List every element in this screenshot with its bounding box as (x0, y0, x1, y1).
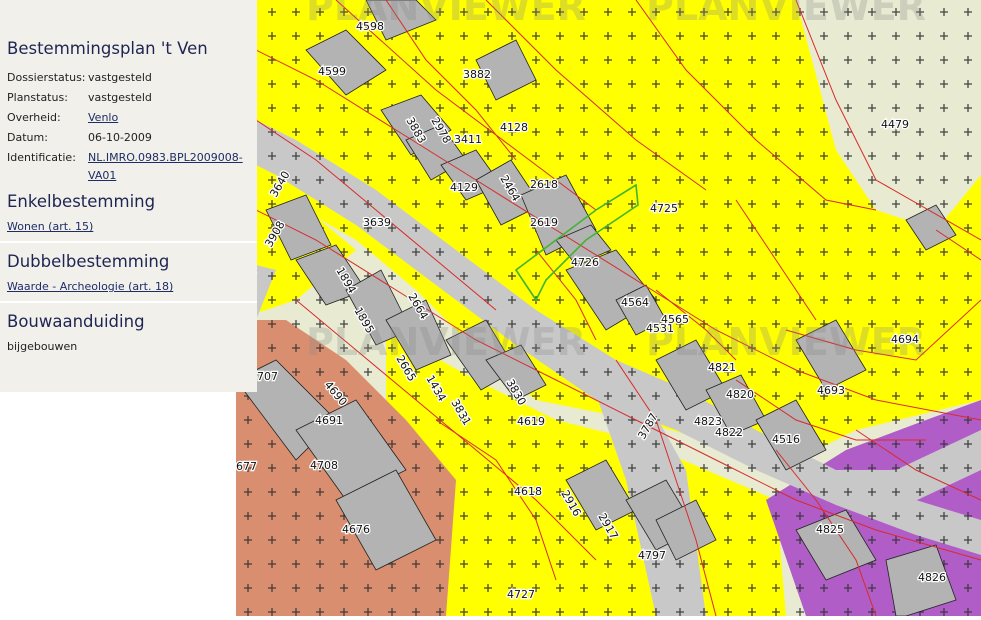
dubbelbestemming-heading: Dubbelbestemming (7, 252, 170, 271)
parcel-label: 4676 (342, 523, 370, 536)
wonen-link[interactable]: Wonen (art. 15) (7, 219, 257, 235)
bijgebouwen-text: bijgebouwen (7, 340, 78, 353)
parcel-label: 4708 (310, 459, 338, 472)
property-label: Dossierstatus: (7, 71, 86, 84)
property-value: 06-10-2009 (88, 131, 152, 144)
plan-info-panel: Bestemmingsplan 't Ven Dossierstatus: va… (0, 0, 257, 392)
parcel-label: 4726 (571, 256, 599, 269)
archeologie-link[interactable]: Waarde - Archeologie (art. 18) (7, 279, 257, 295)
parcel-label: 4516 (772, 433, 800, 446)
parcel-label: 4725 (650, 202, 678, 215)
parcel-label: 3882 (463, 68, 491, 81)
watermark-mid-left: PLANVIEWER (306, 320, 586, 364)
parcel-label: 4691 (315, 414, 343, 427)
property-label: Identificatie: (7, 151, 76, 164)
plan-details-section: Bestemmingsplan 't Ven Dossierstatus: va… (0, 0, 257, 185)
watermark-top-left: PLANVIEWER (306, 0, 586, 29)
property-value: vastgesteld (88, 91, 152, 104)
plan-properties: Dossierstatus: vastgesteld Planstatus: v… (7, 68, 257, 185)
watermark-mid-right: PLANVIEWER (646, 320, 926, 364)
overheid-link[interactable]: Venlo (88, 108, 248, 128)
enkelbestemming-section: Enkelbestemming Wonen (art. 15) (0, 185, 257, 241)
parcel-label: 4619 (517, 415, 545, 428)
property-row: Datum: 06-10-2009 (7, 128, 257, 148)
property-label: Overheid: (7, 111, 61, 124)
map-canvas[interactable]: PLANVIEWER PLANVIEWER PLANVIEWER PLANVIE… (235, 0, 981, 617)
property-label: Planstatus: (7, 91, 68, 104)
zoning-map[interactable]: PLANVIEWER PLANVIEWER PLANVIEWER PLANVIE… (235, 0, 981, 617)
parcel-label: 4822 (715, 426, 743, 439)
property-row: Identificatie: NL.IMRO.0983.BPL2009008-V… (7, 148, 257, 185)
plan-title: Bestemmingsplan 't Ven (7, 39, 208, 58)
parcel-label: 677 (236, 460, 257, 473)
parcel-label: 3639 (363, 216, 391, 229)
parcel-label: 4797 (638, 549, 666, 562)
parcel-label: 2618 (530, 178, 558, 191)
parcel-label: 4820 (726, 388, 754, 401)
parcel-label: 4825 (816, 523, 844, 536)
enkelbestemming-heading: Enkelbestemming (7, 192, 156, 211)
parcel-label: 4826 (918, 571, 946, 584)
bouwaanduiding-heading: Bouwaanduiding (7, 312, 145, 331)
parcel-label: 4564 (621, 296, 649, 309)
property-row: Planstatus: vastgesteld (7, 88, 257, 108)
dubbelbestemming-section: Dubbelbestemming Waarde - Archeologie (a… (0, 243, 257, 301)
watermark-top-right: PLANVIEWER (646, 0, 926, 29)
parcel-label: 4479 (881, 118, 909, 131)
parcel-label: 2619 (530, 216, 558, 229)
parcel-label: 4565 (661, 313, 689, 326)
parcel-label: 4128 (500, 121, 528, 134)
parcel-label: 4727 (507, 588, 535, 601)
property-label: Datum: (7, 131, 48, 144)
parcel-label: 4694 (891, 333, 919, 346)
identificatie-link[interactable]: NL.IMRO.0983.BPL2009008-VA01 (88, 148, 248, 185)
parcel-label: 4599 (318, 65, 346, 78)
parcel-label: 4821 (708, 361, 736, 374)
property-row: Overheid: Venlo (7, 108, 257, 128)
parcel-label: 4693 (817, 384, 845, 397)
property-value: vastgesteld (88, 71, 152, 84)
parcel-label: 4618 (514, 485, 542, 498)
parcel-label: 4129 (450, 181, 478, 194)
property-row: Dossierstatus: vastgesteld (7, 68, 257, 88)
parcel-label: 3411 (454, 133, 482, 146)
bouwaanduiding-section: Bouwaanduiding bijgebouwen (0, 303, 257, 355)
parcel-label: 4598 (356, 20, 384, 33)
